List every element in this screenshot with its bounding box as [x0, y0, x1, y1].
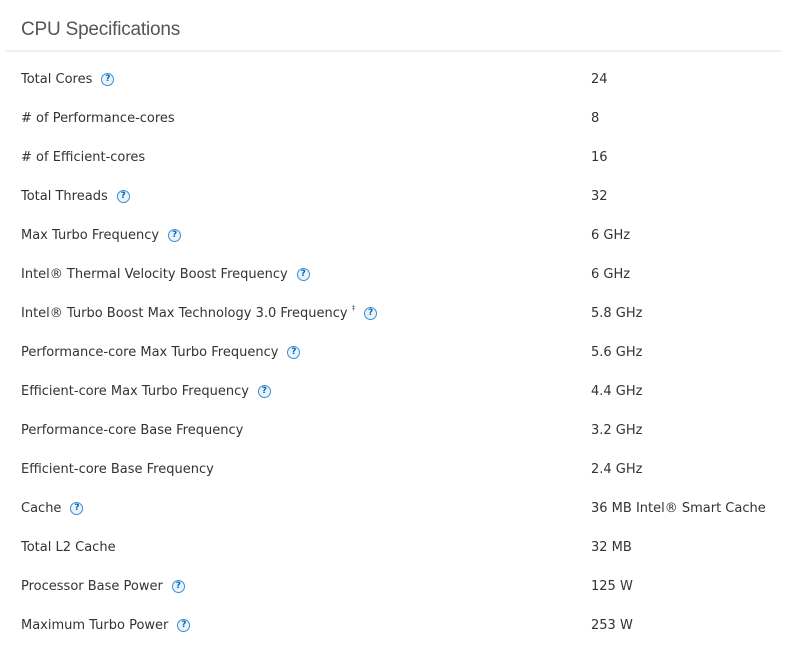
spec-row: Total L2 Cache 32 MB [0, 530, 800, 569]
help-icon[interactable]: ? [287, 346, 301, 359]
help-icon[interactable]: ? [116, 190, 130, 203]
spec-row: Processor Base Power? 125 W [0, 569, 800, 608]
spec-label: Cache? [21, 501, 84, 516]
spec-label-text: Maximum Turbo Power [21, 618, 169, 633]
spec-row: Cache? 36 MB Intel® Smart Cache [0, 491, 800, 530]
spec-label-text: # of Performance-cores [21, 111, 175, 126]
spec-row: # of Performance-cores 8 [0, 101, 800, 140]
spec-label: # of Performance-cores [21, 111, 175, 126]
spec-label-text: Intel® Thermal Velocity Boost Frequency [21, 267, 288, 282]
spec-label: Max Turbo Frequency? [21, 228, 182, 243]
spec-label: Total Threads? [21, 189, 130, 204]
spec-value: 2.4 GHz [591, 462, 643, 477]
spec-row: Total Threads? 32 [0, 179, 800, 218]
spec-list: Total Cores? 24 # of Performance-cores 8 # o… [0, 62, 800, 647]
spec-value: 32 MB [591, 540, 632, 555]
spec-row: Total Cores? 24 [0, 62, 800, 101]
spec-label-text: Efficient-core Base Frequency [21, 462, 214, 477]
spec-label: Efficient-core Max Turbo Frequency? [21, 384, 271, 399]
spec-label-text: Max Turbo Frequency [21, 228, 160, 243]
spec-row: Performance-core Base Frequency 3.2 GHz [0, 413, 800, 452]
spec-label: Performance-core Base Frequency [21, 423, 243, 438]
spec-value: 24 [591, 72, 608, 87]
spec-label: Total L2 Cache [21, 540, 116, 555]
spec-value: 5.6 GHz [591, 345, 643, 360]
spec-row: Intel® Thermal Velocity Boost Frequency?… [0, 257, 800, 296]
spec-value: 4.4 GHz [591, 384, 643, 399]
spec-row: Max Turbo Frequency? 6 GHz [0, 218, 800, 257]
help-icon[interactable]: ? [177, 619, 191, 632]
spec-label: Intel® Thermal Velocity Boost Frequency? [21, 267, 310, 282]
spec-row: Maximum Turbo Power? 253 W [0, 608, 800, 647]
spec-label-text: Efficient-core Max Turbo Frequency [21, 384, 249, 399]
spec-label-text: Cache [21, 501, 62, 516]
help-icon[interactable]: ? [257, 385, 271, 398]
spec-value: 5.8 GHz [591, 306, 643, 321]
spec-label-text: Total L2 Cache [21, 540, 116, 555]
spec-value: 36 MB Intel® Smart Cache [591, 501, 766, 516]
spec-label-text: Performance-core Base Frequency [21, 423, 244, 438]
spec-label: Efficient-core Base Frequency [21, 462, 214, 477]
help-icon[interactable]: ? [70, 502, 84, 515]
help-icon[interactable]: ? [296, 268, 310, 281]
spec-label-text: Total Cores [21, 72, 93, 87]
help-icon[interactable]: ? [364, 307, 378, 320]
spec-label: Intel® Turbo Boost Max Technology 3.0 Fr… [21, 303, 378, 321]
spec-label: Total Cores? [21, 72, 115, 87]
spec-label-text: Total Threads [21, 189, 108, 204]
spec-value: 6 GHz [591, 267, 631, 282]
spec-value: 253 W [591, 618, 633, 633]
spec-label-text: # of Efficient-cores [21, 150, 146, 165]
spec-label: Processor Base Power? [21, 579, 185, 594]
spec-value: 32 [591, 189, 608, 204]
spec-row: Performance-core Max Turbo Frequency? 5.6… [0, 335, 800, 374]
help-icon[interactable]: ? [171, 580, 185, 593]
spec-value: 125 W [591, 579, 633, 594]
spec-label-text: Performance-core Max Turbo Frequency [21, 345, 279, 360]
footnote-marker: ‡ [351, 303, 356, 312]
section-title: CPU Specifications [21, 19, 181, 40]
spec-row: Efficient-core Max Turbo Frequency? 4.4 G… [0, 374, 800, 413]
spec-label-text: Processor Base Power [21, 579, 163, 594]
spec-row: Intel® Turbo Boost Max Technology 3.0 Fr… [0, 296, 800, 335]
spec-row: Efficient-core Base Frequency 2.4 GHz [0, 452, 800, 491]
spec-value: 16 [591, 150, 608, 165]
spec-label-text: Intel® Turbo Boost Max Technology 3.0 Fr… [21, 306, 348, 321]
spec-value: 3.2 GHz [591, 423, 643, 438]
spec-label: Performance-core Max Turbo Frequency? [21, 345, 301, 360]
help-icon[interactable]: ? [168, 229, 182, 242]
spec-value: 6 GHz [591, 228, 631, 243]
title-divider [5, 50, 781, 52]
spec-label: Maximum Turbo Power? [21, 618, 191, 633]
spec-label: # of Efficient-cores [21, 150, 145, 165]
spec-row: # of Efficient-cores 16 [0, 140, 800, 179]
help-icon[interactable]: ? [101, 73, 115, 86]
spec-value: 8 [591, 111, 600, 126]
